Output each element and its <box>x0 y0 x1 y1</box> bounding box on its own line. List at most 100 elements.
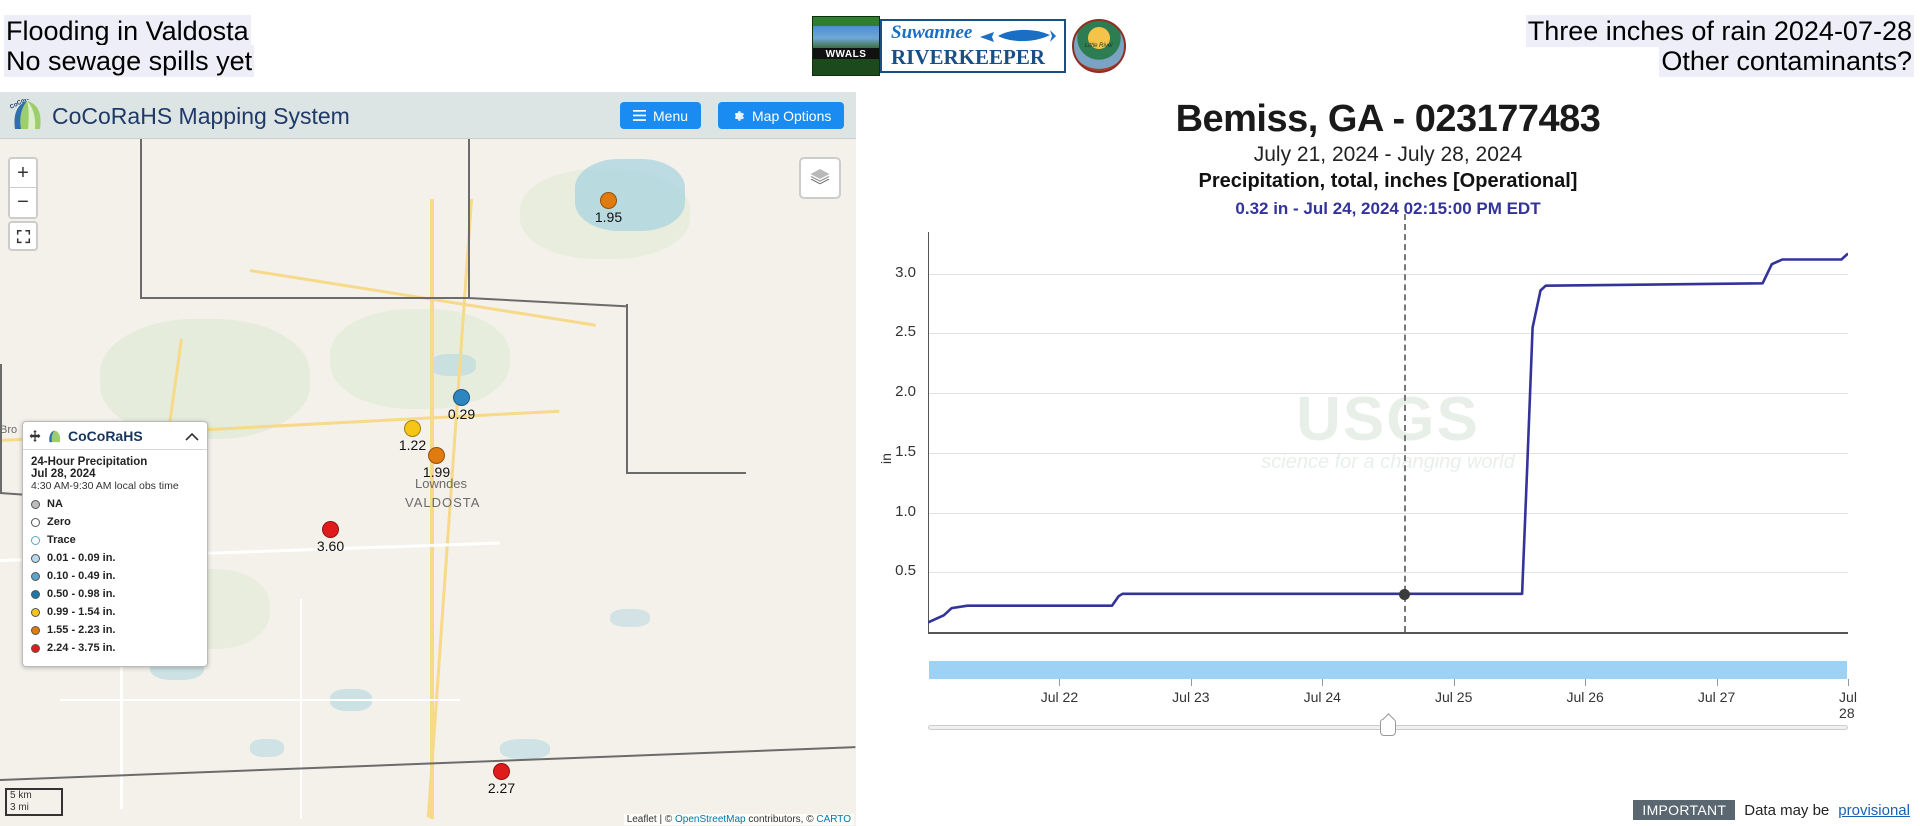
precip-marker-value: 0.29 <box>447 406 476 422</box>
map-scale-bar: 5 km 3 mi <box>5 788 63 816</box>
map-water-body <box>500 739 550 759</box>
banner-left-line1: Flooding in Valdosta <box>4 15 251 47</box>
cursor-line <box>1403 214 1406 632</box>
important-badge: IMPORTANT <box>1633 800 1736 820</box>
x-axis-tick-mark <box>1453 679 1455 686</box>
legend-swatch <box>31 607 40 617</box>
map-county-border <box>626 304 628 474</box>
suwannee-riverkeeper-logo: Suwannee RIVERKEEPER <box>880 19 1066 73</box>
provisional-link[interactable]: provisional <box>1838 802 1910 819</box>
map-canvas[interactable]: Lowndes VALDOSTA Bro + − 1.95 0.29 1.22 … <box>0 139 856 826</box>
attribution-osm-link[interactable]: OpenStreetMap <box>675 814 746 825</box>
map-attribution: Leaflet | © OpenStreetMap contributors, … <box>623 814 854 825</box>
legend-item-label: Trace <box>47 534 76 546</box>
precip-marker-value: 1.22 <box>398 437 427 453</box>
menu-button-label: Menu <box>653 107 689 124</box>
footer-text: Data may be <box>1744 801 1830 819</box>
zoom-out-button[interactable]: − <box>10 188 36 217</box>
precip-marker-value: 3.60 <box>316 538 345 554</box>
map-legend[interactable]: CoCoRaHS 24-Hour Precipitation Jul 28, 2… <box>22 421 208 667</box>
legend-item[interactable]: 0.50 - 0.98 in. <box>31 585 199 603</box>
y-axis-tick-label: 2.0 <box>895 383 916 401</box>
banner-right-line1: Three inches of rain 2024-07-28 <box>1525 15 1914 47</box>
precip-marker[interactable]: 1.99 <box>423 447 450 480</box>
chart-footer: IMPORTANT Data may be provisional <box>1633 800 1910 820</box>
legend-swatch <box>31 643 40 653</box>
legend-obs-time: 4:30 AM-9:30 AM local obs time <box>31 480 179 492</box>
x-axis-tick-label: Jul 24 <box>1303 689 1341 705</box>
slider-handle[interactable] <box>1380 719 1396 736</box>
x-axis-tick-mark <box>1059 679 1061 686</box>
x-axis-ticks: Jul 22 Jul 23 Jul 24 Jul 25 Jul 26 Jul 27 Jul … <box>928 679 1857 721</box>
menu-button[interactable]: Menu <box>620 102 702 129</box>
scale-mi: 3 mi <box>5 802 63 816</box>
map-water-body <box>250 739 284 757</box>
map-options-button[interactable]: Map Options <box>718 102 845 129</box>
plot-area[interactable] <box>927 232 1849 632</box>
little-river-logo: Little River <box>1072 19 1126 73</box>
time-slider[interactable] <box>928 719 1848 736</box>
y-axis-tick-label: 0.5 <box>895 562 916 580</box>
x-axis-tick-label: Jul 23 <box>1172 689 1210 705</box>
precip-marker[interactable]: 2.27 <box>488 763 515 796</box>
gear-icon <box>734 110 745 121</box>
precipitation-series <box>927 252 1849 624</box>
layers-button[interactable] <box>799 157 841 199</box>
x-axis-line <box>928 632 1848 634</box>
attribution-carto-link[interactable]: CARTO <box>816 814 851 825</box>
wwals-logo: WWALS <box>812 16 880 76</box>
legend-swatch <box>31 571 40 581</box>
legend-item-label: 1.55 - 2.23 in. <box>47 624 116 636</box>
precip-marker[interactable]: 3.60 <box>317 521 344 554</box>
chart-date-range: July 21, 2024 - July 28, 2024 <box>1253 143 1523 166</box>
attribution-leaflet: Leaflet | © <box>626 814 676 825</box>
map-title: CoCoRaHS Mapping System <box>52 103 350 129</box>
legend-item[interactable]: NA <box>31 495 199 513</box>
y-axis-tick-label: 3.0 <box>895 263 916 281</box>
legend-item[interactable]: 0.01 - 0.09 in. <box>31 549 199 567</box>
map-road <box>300 599 302 819</box>
range-scrollbar[interactable] <box>929 661 1847 679</box>
legend-date: Jul 28, 2024 <box>31 468 96 480</box>
y-axis-tick-label: 1.5 <box>895 442 916 460</box>
legend-heading: 24-Hour Precipitation <box>31 456 148 468</box>
precip-marker[interactable]: 0.29 <box>448 389 475 422</box>
fullscreen-button[interactable] <box>8 221 38 251</box>
y-axis-tick-label: 2.5 <box>895 323 916 341</box>
precip-marker[interactable]: 1.22 <box>399 420 426 453</box>
legend-item-label: 2.24 - 3.75 in. <box>47 642 116 654</box>
move-icon[interactable] <box>29 430 41 442</box>
chevron-up-icon[interactable] <box>185 432 199 441</box>
hamburger-icon <box>633 110 646 121</box>
x-axis-tick-label: Jul 28 <box>1839 689 1857 721</box>
cocorahs-logo-icon: CoCoRaHS <box>9 99 41 129</box>
map-county-border <box>0 746 856 781</box>
legend-item[interactable]: 0.99 - 1.54 in. <box>31 603 199 621</box>
map-header: CoCoRaHS CoCoRaHS Mapping System Menu Ma… <box>0 92 856 139</box>
legend-item-label: 0.99 - 1.54 in. <box>47 606 116 618</box>
legend-item-label: 0.50 - 0.98 in. <box>47 588 116 600</box>
legend-swatch <box>31 499 40 509</box>
scale-km: 5 km <box>5 788 63 802</box>
x-axis-tick-mark <box>1716 679 1718 686</box>
wwals-logo-caption <box>813 59 879 75</box>
x-axis-tick-mark <box>1848 679 1849 686</box>
zoom-controls[interactable]: + − <box>8 157 38 219</box>
legend-swatch <box>31 553 40 563</box>
legend-item[interactable]: 1.55 - 2.23 in. <box>31 621 199 639</box>
little-river-label: Little River <box>1084 43 1114 49</box>
legend-swatch <box>31 589 40 599</box>
map-water-body <box>575 159 685 231</box>
legend-item[interactable]: Trace <box>31 531 199 549</box>
zoom-in-button[interactable]: + <box>10 159 36 188</box>
legend-header[interactable]: CoCoRaHS <box>23 422 207 450</box>
legend-item[interactable]: 2.24 - 3.75 in. <box>31 639 199 657</box>
map-county-border <box>467 297 628 308</box>
legend-item-label: NA <box>47 498 63 510</box>
precip-marker[interactable]: 1.95 <box>595 192 622 225</box>
cursor-point <box>1398 588 1410 600</box>
y-axis-tick-label: 1.0 <box>895 502 916 520</box>
map-options-button-label: Map Options <box>752 107 832 124</box>
legend-item[interactable]: Zero <box>31 513 199 531</box>
legend-item[interactable]: 0.10 - 0.49 in. <box>31 567 199 585</box>
